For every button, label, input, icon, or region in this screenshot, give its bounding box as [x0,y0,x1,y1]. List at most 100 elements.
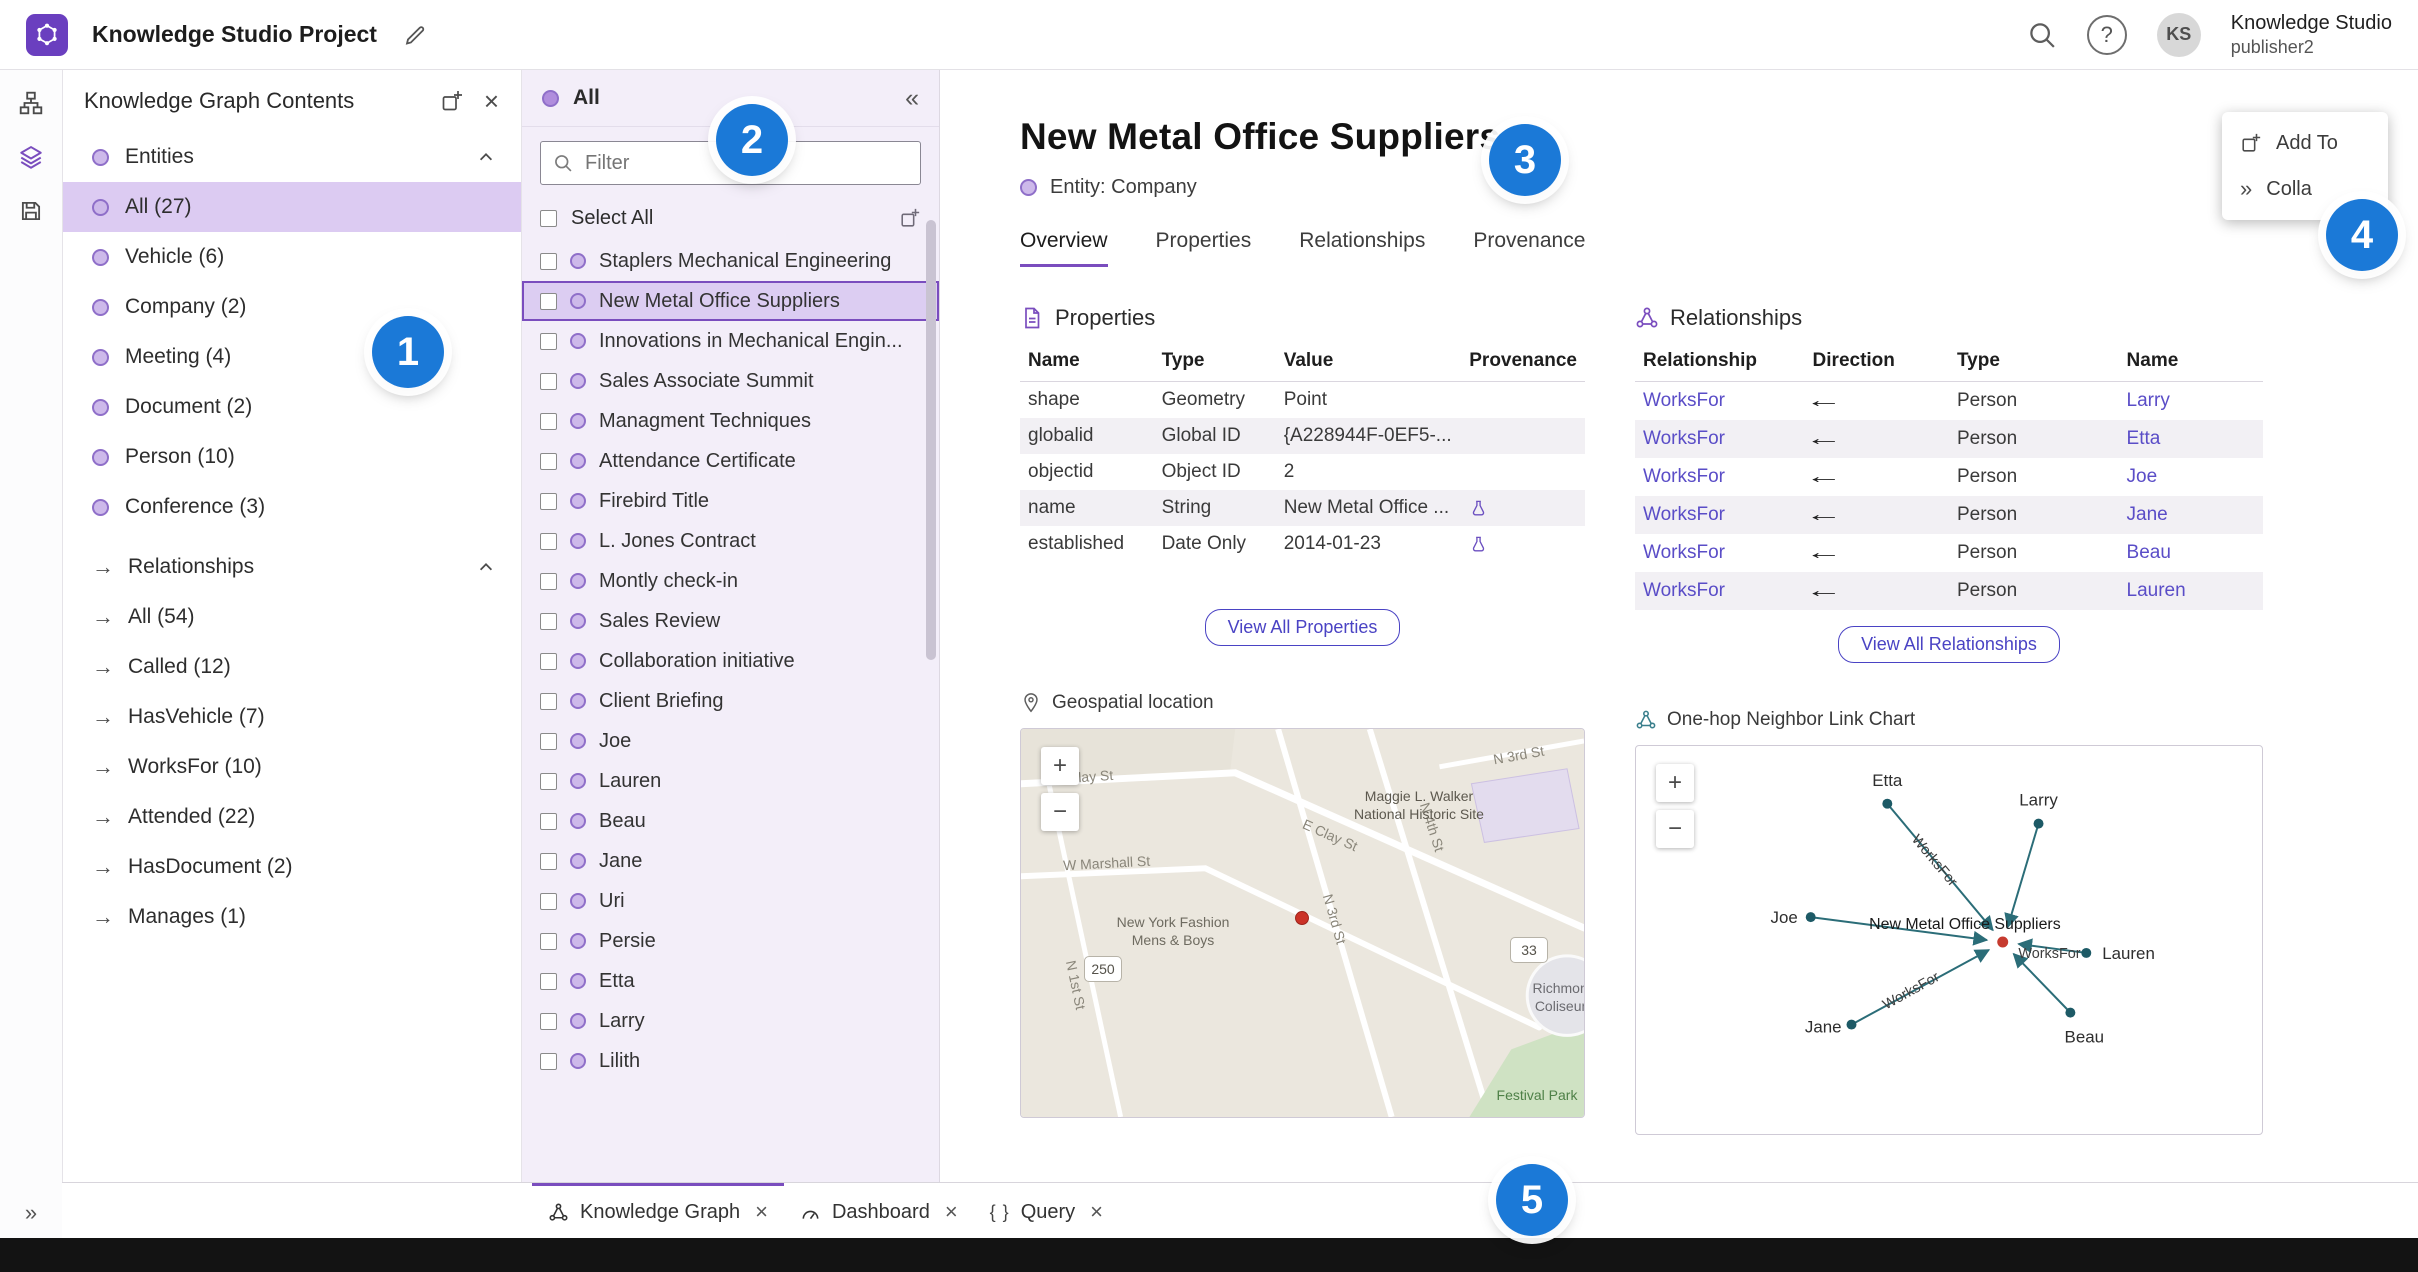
sidebar-rel-attended[interactable]: → Attended (22) [62,792,521,842]
item-checkbox[interactable] [540,412,557,430]
help-icon[interactable]: ? [2086,14,2127,55]
tab-query[interactable]: { } Query × [974,1183,1119,1238]
list-item[interactable]: Sales Associate Summit [522,361,939,401]
entity-link[interactable]: Lauren [2127,580,2186,601]
view-all-relationships-button[interactable]: View All Relationships [1838,626,2060,663]
close-tab-icon[interactable]: × [755,1199,768,1225]
item-checkbox[interactable] [540,732,557,750]
item-checkbox[interactable] [540,812,557,830]
list-item[interactable]: Jane [522,841,939,881]
item-checkbox[interactable] [540,652,557,670]
add-to-menu-item[interactable]: Add To [2222,120,2388,166]
list-item[interactable]: Lauren [522,761,939,801]
list-item[interactable]: Firebird Title [522,481,939,521]
list-item[interactable]: Client Briefing [522,681,939,721]
item-checkbox[interactable] [540,612,557,630]
entities-section-header[interactable]: Entities [62,132,521,182]
node-center-company[interactable] [1997,936,2009,948]
search-icon[interactable] [2027,20,2057,50]
tab-knowledge-graph[interactable]: Knowledge Graph × [532,1183,784,1238]
node-jane[interactable] [1846,1019,1857,1030]
entity-link[interactable]: Larry [2127,390,2170,411]
entity-link[interactable]: Beau [2127,542,2171,563]
sidebar-item-entities-all[interactable]: All (27) [62,182,521,232]
sidebar-rel-hasvehicle[interactable]: → HasVehicle (7) [62,692,521,742]
list-item[interactable]: Beau [522,801,939,841]
sidebar-rel-called[interactable]: → Called (12) [62,642,521,692]
provenance-icon[interactable] [1469,535,1488,554]
sidebar-item-vehicle[interactable]: Vehicle (6) [62,232,521,282]
sidebar-item-document[interactable]: Document (2) [62,382,521,432]
edit-title-icon[interactable] [403,23,427,47]
provenance-icon[interactable] [1469,499,1488,518]
zoom-in-button[interactable]: + [1041,747,1079,785]
sidebar-rel-manages[interactable]: → Manages (1) [62,892,521,942]
relationship-link[interactable]: WorksFor [1643,466,1725,487]
node-lauren[interactable] [2081,947,2092,958]
node-etta[interactable] [1882,798,1893,809]
item-checkbox[interactable] [540,972,557,990]
list-item[interactable]: Collaboration initiative [522,641,939,681]
tab-properties[interactable]: Properties [1156,229,1252,267]
item-checkbox[interactable] [540,252,557,270]
sidebar-rel-all[interactable]: → All (54) [62,592,521,642]
tab-relationships[interactable]: Relationships [1299,229,1425,267]
close-tab-icon[interactable]: × [1090,1199,1103,1225]
item-checkbox[interactable] [540,532,557,550]
item-checkbox[interactable] [540,492,557,510]
item-checkbox[interactable] [540,332,557,350]
item-checkbox[interactable] [540,932,557,950]
tab-provenance[interactable]: Provenance [1473,229,1585,267]
close-icon[interactable]: × [484,88,499,114]
item-checkbox[interactable] [540,892,557,910]
sidebar-rel-worksfor[interactable]: → WorksFor (10) [62,742,521,792]
tab-dashboard[interactable]: Dashboard × [784,1183,974,1238]
relationships-section-header[interactable]: → Relationships [62,542,521,592]
sidebar-item-person[interactable]: Person (10) [62,432,521,482]
tab-overview[interactable]: Overview [1020,229,1108,267]
entity-link[interactable]: Etta [2127,428,2161,449]
zoom-out-button[interactable]: − [1041,793,1079,831]
list-item[interactable]: Managment Techniques [522,401,939,441]
avatar[interactable]: KS [2156,12,2201,57]
scrollbar-thumb[interactable] [926,220,936,660]
list-item[interactable]: Etta [522,961,939,1001]
relationship-link[interactable]: WorksFor [1643,504,1725,525]
entity-link[interactable]: Jane [2127,504,2168,525]
sidebar-item-conference[interactable]: Conference (3) [62,482,521,532]
select-all-row[interactable]: Select All [522,195,939,241]
list-item[interactable]: Joe [522,721,939,761]
item-checkbox[interactable] [540,452,557,470]
list-item[interactable]: Attendance Certificate [522,441,939,481]
item-checkbox[interactable] [540,572,557,590]
item-checkbox[interactable] [540,1012,557,1030]
relationship-link[interactable]: WorksFor [1643,542,1725,563]
one-hop-link-chart[interactable]: Etta Larry Joe Lauren Jane Beau New Meta… [1635,745,2263,1135]
node-joe[interactable] [1805,912,1816,923]
relationship-link[interactable]: WorksFor [1643,390,1725,411]
relationship-link[interactable]: WorksFor [1643,580,1725,601]
rail-expand-icon[interactable]: » [0,1200,62,1226]
zoom-out-button[interactable]: − [1656,810,1694,848]
save-icon[interactable] [18,198,44,224]
item-checkbox[interactable] [540,852,557,870]
zoom-in-button[interactable]: + [1656,764,1694,802]
list-item[interactable]: Uri [522,881,939,921]
list-item[interactable]: Innovations in Mechanical Engin... [522,321,939,361]
close-tab-icon[interactable]: × [945,1199,958,1225]
list-item[interactable]: Persie [522,921,939,961]
item-checkbox[interactable] [540,692,557,710]
geospatial-map[interactable]: W Clay St E Clay St W Marshall St N 1st … [1020,728,1585,1118]
map-marker[interactable] [1295,911,1309,925]
app-logo-icon[interactable] [26,13,68,56]
list-item[interactable]: Lilith [522,1041,939,1081]
sidebar-item-meeting[interactable]: Meeting (4) [62,332,521,382]
link-chart-canvas[interactable]: Etta Larry Joe Lauren Jane Beau New Meta… [1636,746,2262,1134]
item-checkbox[interactable] [540,772,557,790]
view-all-properties-button[interactable]: View All Properties [1204,609,1401,646]
list-item[interactable]: Staplers Mechanical Engineering [522,241,939,281]
layers-icon[interactable] [18,144,44,170]
add-item-icon[interactable] [440,89,464,113]
item-checkbox[interactable] [540,372,557,390]
map-canvas[interactable] [1021,729,1584,1117]
